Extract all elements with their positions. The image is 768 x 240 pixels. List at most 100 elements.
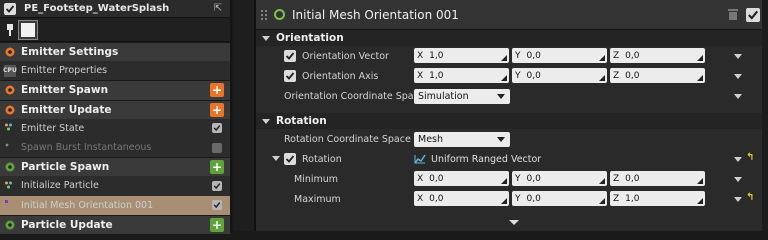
orientation-space-row: Orientation Coordinate Spac Simulation — [256, 86, 768, 106]
orientation-axis-checkbox[interactable] — [284, 70, 296, 82]
module-enable-checkbox[interactable] — [212, 180, 222, 191]
chevron-down-icon[interactable] — [734, 94, 742, 99]
rotation-space-select[interactable]: Mesh — [414, 132, 510, 147]
minimum-y-field[interactable]: Y 0,0 — [512, 171, 607, 186]
section-orientation[interactable]: Orientation — [256, 30, 768, 46]
reset-to-default-icon[interactable]: ↰ — [746, 192, 754, 203]
chevron-down-icon[interactable] — [734, 197, 742, 202]
drag-handle-icon[interactable] — [260, 8, 268, 21]
emitter-title-bar: PE_Footstep_WaterSplash ⇱ — [0, 0, 230, 18]
resize-corner-icon — [501, 178, 507, 184]
orientation-vector-x-field[interactable]: X 1,0 — [414, 48, 509, 63]
chevron-down-icon — [497, 94, 505, 99]
stack-group-header[interactable]: Particle Update + — [0, 214, 230, 234]
maximum-label: Maximum — [294, 193, 341, 205]
particle-spawn-icon — [4, 161, 16, 173]
stack-row-label: Initial Mesh Orientation 001 — [21, 199, 154, 211]
emitter-thumbnail[interactable] — [18, 19, 38, 40]
maximum-y-value: 0,0 — [526, 193, 541, 204]
module-enable-checkbox[interactable] — [212, 123, 222, 134]
orientation-vector-text: Orientation Vector — [302, 50, 389, 62]
rotation-space-value: Mesh — [418, 134, 444, 145]
module-status-icon — [274, 9, 285, 20]
rotation-label: Rotation — [284, 153, 342, 165]
cpu-icon: CPU — [3, 64, 17, 77]
maximum-x-field[interactable]: X 0,0 — [414, 191, 509, 206]
rotation-checkbox[interactable] — [284, 153, 296, 165]
minimum-z-field[interactable]: Z 0,0 — [610, 171, 705, 186]
scrollbar[interactable] — [762, 0, 768, 231]
orientation-axis-x-value: 1,0 — [429, 70, 444, 81]
collapse-arrow-icon[interactable] — [272, 156, 280, 161]
chevron-down-icon[interactable] — [734, 74, 742, 79]
rotation-value[interactable]: Uniform Ranged Vector — [414, 154, 541, 165]
stack-group-header[interactable]: Emitter Settings — [0, 42, 230, 62]
orientation-axis-x-field[interactable]: X 1,0 — [414, 68, 509, 83]
chevron-down-icon — [497, 137, 505, 142]
orientation-axis-y-field[interactable]: Y 0,0 — [512, 68, 607, 83]
section-rotation[interactable]: Rotation — [256, 113, 768, 129]
dot-icon — [4, 142, 16, 154]
maximum-y-field[interactable]: Y 0,0 — [512, 191, 607, 206]
stack-module-item[interactable]: Spawn Burst Instantaneous — [0, 137, 230, 158]
emitter-toolbar — [0, 18, 230, 42]
axis-x-label: X — [417, 173, 424, 184]
resize-corner-icon — [501, 75, 507, 81]
stack-row-label: Emitter Properties — [21, 65, 108, 77]
orientation-space-select[interactable]: Simulation — [414, 89, 510, 104]
module-enable-checkbox[interactable] — [212, 200, 222, 211]
reset-to-default-icon[interactable]: ↰ — [746, 152, 754, 163]
resize-corner-icon — [697, 178, 703, 184]
maximum-z-field[interactable]: Z 1,0 — [610, 191, 705, 206]
stack-module-item[interactable]: Initialize Particle — [0, 176, 230, 196]
chevron-down-icon[interactable] — [734, 177, 742, 182]
stack-module-item[interactable]: Emitter State — [0, 118, 230, 138]
resize-corner-icon — [599, 198, 605, 204]
chevron-down-icon[interactable] — [734, 54, 742, 59]
module-header: Initial Mesh Orientation 001 — [256, 0, 768, 30]
axis-x-label: X — [417, 50, 424, 61]
init-dots-icon — [4, 180, 16, 192]
orientation-axis-y-value: 0,0 — [526, 70, 541, 81]
collapse-arrow-icon[interactable] — [262, 118, 270, 124]
emitter-enable-checkbox[interactable] — [4, 2, 16, 15]
section-rotation-label: Rotation — [276, 115, 327, 127]
stack-group-header[interactable]: Particle Spawn + — [0, 157, 230, 177]
add-module-button[interactable]: + — [210, 83, 224, 98]
collapse-arrow-icon[interactable] — [262, 35, 270, 41]
stack-row-label: Emitter Settings — [21, 46, 119, 59]
chevron-down-icon[interactable] — [734, 157, 742, 162]
axis-z-label: Z — [613, 173, 620, 184]
orientation-vector-y-field[interactable]: Y 0,0 — [512, 48, 607, 63]
expand-more-icon[interactable] — [509, 220, 519, 225]
stack-group-header[interactable]: Emitter Spawn + — [0, 80, 230, 100]
pin-icon[interactable] — [5, 23, 15, 37]
resize-corner-icon — [697, 198, 703, 204]
open-external-icon[interactable]: ⇱ — [212, 3, 224, 15]
add-module-button[interactable]: + — [210, 102, 224, 117]
module-enable-checkbox[interactable] — [746, 7, 760, 22]
orientation-vector-z-value: 0,0 — [625, 50, 640, 61]
delete-icon[interactable] — [728, 9, 738, 20]
stack-group-header[interactable]: Emitter Update + — [0, 99, 230, 119]
particle-update-icon — [4, 219, 16, 231]
resize-corner-icon — [501, 198, 507, 204]
minimum-x-field[interactable]: X 0,0 — [414, 171, 509, 186]
maximum-fields: X 0,0 Y 0,0 Z 1,0 — [414, 191, 708, 206]
orientation-vector-checkbox[interactable] — [284, 50, 296, 62]
orientation-axis-text: Orientation Axis — [302, 70, 379, 82]
add-module-button[interactable]: + — [210, 217, 224, 232]
orientation-space-label: Orientation Coordinate Spac — [284, 90, 419, 102]
emitter-name: PE_Footstep_WaterSplash — [24, 3, 170, 14]
rotation-value-text: Uniform Ranged Vector — [431, 153, 542, 165]
orientation-vector-z-field[interactable]: Z 0,0 — [610, 48, 705, 63]
stack-row-label: Emitter State — [21, 122, 85, 134]
resize-corner-icon — [599, 75, 605, 81]
add-module-button[interactable]: + — [210, 160, 224, 175]
module-enable-checkbox[interactable] — [212, 142, 222, 153]
stack-row-label: Emitter Update — [21, 103, 112, 116]
stack-module-item[interactable]: CPU Emitter Properties — [0, 61, 230, 81]
orientation-axis-z-field[interactable]: Z 0,0 — [610, 68, 705, 83]
stack-module-item[interactable]: Initial Mesh Orientation 001 — [0, 195, 230, 215]
